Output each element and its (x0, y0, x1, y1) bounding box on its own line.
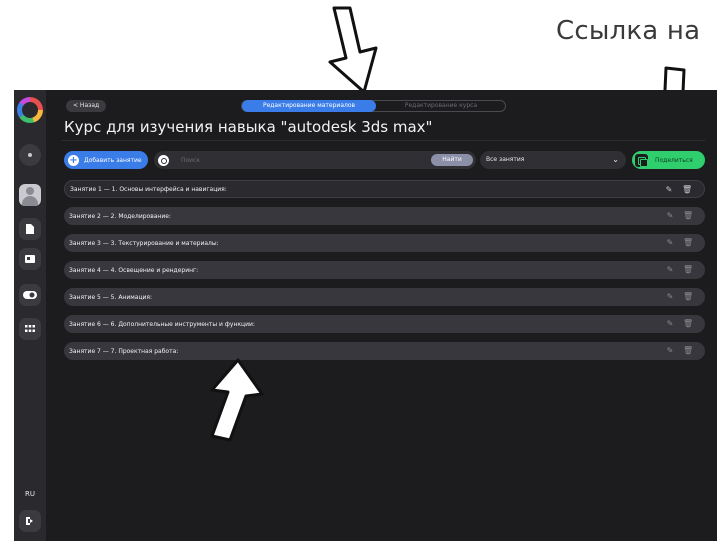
lesson-filter-select[interactable]: Все занятия ⌄ (480, 151, 626, 169)
add-lesson-label: Добавить занятие (84, 156, 142, 164)
notification-icon[interactable] (19, 144, 41, 166)
pencil-icon[interactable]: ✎ (665, 211, 675, 221)
lesson-list: Занятие 1 — 1. Основы интерфейса и навиг… (64, 180, 705, 369)
lesson-label: Занятие 6 — 6. Дополнительные инструмент… (69, 320, 255, 328)
logo-icon[interactable] (17, 97, 43, 123)
lesson-label: Занятие 5 — 5. Анимация: (69, 293, 153, 301)
list-item[interactable]: Занятие 6 — 6. Дополнительные инструмент… (64, 315, 705, 333)
search-bar: Найти (154, 151, 476, 169)
logout-icon[interactable] (19, 510, 41, 532)
document-icon[interactable] (19, 218, 41, 240)
pencil-icon[interactable]: ✎ (665, 238, 675, 248)
lesson-label: Занятие 3 — 3. Текстурирование и материа… (69, 239, 219, 247)
avatar[interactable] (19, 184, 41, 206)
pencil-icon[interactable]: ✎ (665, 265, 675, 275)
list-item[interactable]: Занятие 4 — 4. Освещение и рендеринг: ✎ … (64, 261, 705, 279)
pencil-icon[interactable]: ✎ (665, 346, 675, 356)
trash-icon[interactable]: 🗑 (683, 319, 693, 329)
list-item[interactable]: Занятие 2 — 2. Моделирование: ✎ 🗑 (64, 207, 705, 225)
search-input[interactable] (181, 156, 401, 164)
page-title: Курс для изучения навыка "autodesk 3ds m… (64, 118, 433, 136)
arrow-up-lessons (210, 358, 264, 442)
toggle-icon[interactable] (19, 284, 41, 306)
lesson-label: Занятие 4 — 4. Освещение и рендеринг: (69, 266, 199, 274)
arrow-down-tabs (328, 6, 378, 94)
divider (62, 140, 705, 141)
lesson-label: Занятие 1 — 1. Основы интерфейса и навиг… (70, 185, 227, 193)
trash-icon[interactable]: 🗑 (683, 238, 693, 248)
back-button[interactable]: < Назад (66, 100, 107, 112)
list-item[interactable]: Занятие 3 — 3. Текстурирование и материа… (64, 234, 705, 252)
mode-toggle: Редактирование материалов Редактирование… (241, 100, 506, 112)
tab-edit-materials[interactable]: Редактирование материалов (242, 100, 376, 112)
id-card-icon[interactable] (19, 248, 41, 270)
plus-icon: + (68, 154, 79, 166)
pencil-icon[interactable]: ✎ (664, 185, 674, 195)
trash-icon[interactable]: 🗑 (683, 346, 693, 356)
grid-icon[interactable] (19, 318, 41, 340)
pencil-icon[interactable]: ✎ (665, 292, 675, 302)
language-switch[interactable]: RU (19, 486, 41, 502)
link-caption: Ссылка на (556, 16, 701, 46)
trash-icon[interactable]: 🗑 (683, 265, 693, 275)
lesson-label: Занятие 2 — 2. Моделирование: (69, 212, 171, 220)
lesson-filter-value: Все занятия (486, 156, 525, 163)
find-button[interactable]: Найти (431, 154, 473, 166)
tab-edit-course[interactable]: Редактирование курса (376, 101, 506, 111)
trash-icon[interactable]: 🗑 (683, 211, 693, 221)
trash-icon[interactable]: 🗑 (682, 185, 692, 195)
chevron-down-icon: ⌄ (612, 155, 619, 164)
app-window: RU < Назад Редактирование материалов Ред… (14, 90, 717, 541)
add-lesson-button[interactable]: + Добавить занятие (64, 151, 148, 169)
list-item[interactable]: Занятие 1 — 1. Основы интерфейса и навиг… (64, 180, 705, 198)
list-item[interactable]: Занятие 7 — 7. Проектная работа: ✎ 🗑 (64, 342, 705, 360)
list-item[interactable]: Занятие 5 — 5. Анимация: ✎ 🗑 (64, 288, 705, 306)
copy-icon (635, 153, 648, 167)
search-icon (158, 154, 169, 166)
share-button[interactable]: Поделиться (632, 151, 705, 169)
pencil-icon[interactable]: ✎ (665, 319, 675, 329)
share-label: Поделиться (655, 156, 693, 164)
sidebar: RU (14, 90, 46, 541)
lesson-label: Занятие 7 — 7. Проектная работа: (69, 347, 179, 355)
trash-icon[interactable]: 🗑 (683, 292, 693, 302)
